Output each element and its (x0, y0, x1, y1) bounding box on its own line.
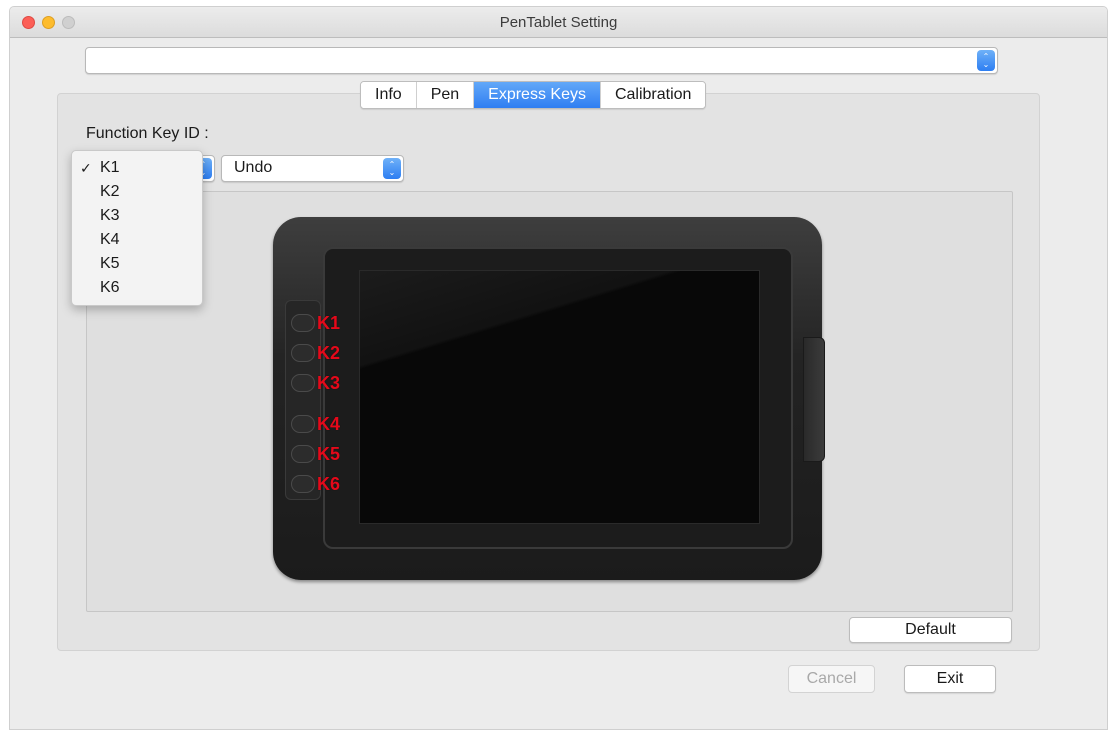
key-action-value: Undo (234, 159, 273, 176)
function-key-dropdown-menu: ✓ K1 K2 K3 K4 K5 K6 (71, 150, 203, 306)
menu-item-label: K4 (100, 231, 120, 248)
menu-item-label: K1 (100, 159, 120, 176)
tablet-key-label: K3 (317, 373, 341, 393)
menu-item-k1[interactable]: ✓ K1 (72, 156, 202, 180)
tablet-image (273, 217, 822, 580)
menu-item-label: K2 (100, 183, 120, 200)
key-action-select[interactable]: Undo ⌃ ⌄ (221, 155, 404, 182)
menu-item-label: K5 (100, 255, 120, 272)
tab-pen[interactable]: Pen (416, 82, 475, 108)
tablet-side-tab (803, 337, 825, 462)
tablet-key-4 (291, 415, 315, 433)
function-key-id-label: Function Key ID : (86, 125, 209, 142)
menu-item-k3[interactable]: K3 (72, 204, 202, 228)
menu-item-k2[interactable]: K2 (72, 180, 202, 204)
menu-item-label: K3 (100, 207, 120, 224)
tablet-screen (359, 270, 760, 524)
menu-item-label: K6 (100, 279, 120, 296)
tab-express-keys[interactable]: Express Keys (474, 82, 601, 108)
menu-item-k4[interactable]: K4 (72, 228, 202, 252)
title-bar: PenTablet Setting (10, 7, 1107, 38)
tablet-key-label: K4 (317, 414, 341, 434)
tablet-key-label: K6 (317, 474, 341, 494)
checkmark-icon: ✓ (80, 160, 92, 176)
tablet-key-label: K5 (317, 444, 341, 464)
stepper-arrows-icon: ⌃⌄ (383, 158, 401, 179)
window-title: PenTablet Setting (499, 14, 618, 31)
tablet-key-2 (291, 344, 315, 362)
menu-item-k5[interactable]: K5 (72, 252, 202, 276)
tablet-key-3 (291, 374, 315, 392)
cancel-button[interactable]: Cancel (788, 665, 875, 693)
default-button[interactable]: Default (849, 617, 1012, 643)
tab-info[interactable]: Info (361, 82, 417, 108)
stepper-arrows-icon: ⌃⌄ (977, 50, 995, 71)
device-select[interactable]: ⌃ ⌄ (85, 47, 998, 74)
tablet-key-label: K1 (317, 313, 341, 333)
tablet-key-6 (291, 475, 315, 493)
menu-item-k6[interactable]: K6 (72, 276, 202, 300)
tablet-key-1 (291, 314, 315, 332)
tablet-bezel (323, 247, 793, 549)
tab-bar: Info Pen Express Keys Calibration (360, 81, 707, 109)
screen-glare (360, 271, 759, 451)
tablet-key-5 (291, 445, 315, 463)
tablet-key-label: K2 (317, 343, 341, 363)
tab-calibration[interactable]: Calibration (600, 82, 706, 108)
exit-button[interactable]: Exit (904, 665, 996, 693)
